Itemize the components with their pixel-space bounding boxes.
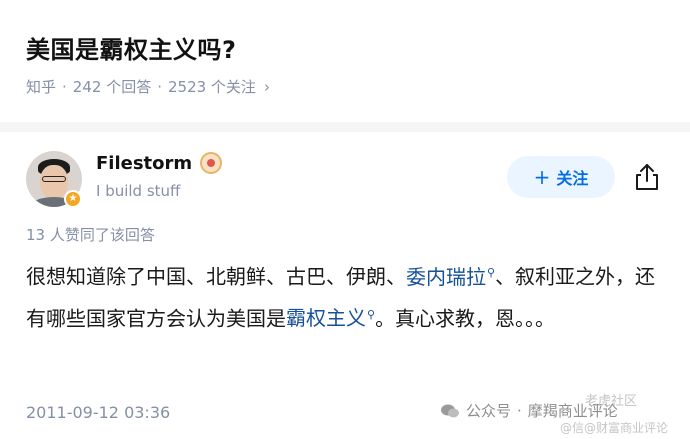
answer-text: 。真心求教，恩。。。: [375, 306, 556, 331]
question-header: 美国是霸权主义吗? 知乎 · 242 个回答 · 2523 个关注 ›: [0, 0, 690, 122]
source-label: 知乎: [26, 78, 57, 96]
question-meta[interactable]: 知乎 · 242 个回答 · 2523 个关注 ›: [26, 76, 270, 97]
answer-card: ★ Filestorm I build stuff + 关注 13 人赞同了该回…: [0, 132, 690, 439]
keyword-link[interactable]: 委内瑞拉⚲: [406, 265, 495, 289]
answers-count: 242 个回答: [72, 78, 152, 96]
follow-button[interactable]: + 关注: [507, 156, 615, 198]
question-title[interactable]: 美国是霸权主义吗?: [26, 30, 236, 65]
verified-badge-icon: ★: [64, 190, 82, 208]
author-name[interactable]: Filestorm: [96, 153, 192, 174]
search-icon: ⚲: [367, 307, 376, 321]
follow-label: 关注: [556, 169, 589, 188]
share-icon[interactable]: [632, 162, 662, 192]
answer-date: 2011-09-12 03:36: [26, 403, 171, 422]
search-icon: ⚲: [487, 266, 496, 279]
plus-icon: +: [533, 165, 551, 189]
chevron-right-icon: ›: [263, 77, 270, 96]
overlay-watermark: @信@财富商业评论: [560, 421, 669, 435]
watermark-separator: ·: [517, 401, 522, 420]
overlay-watermark: 老虎社区: [585, 394, 638, 409]
meta-separator: ·: [157, 77, 162, 96]
answer-content: 很想知道除了中国、北朝鲜、古巴、伊朗、委内瑞拉⚲、叙利亚之外，还有哪些国家官方会…: [26, 254, 666, 337]
author-bio: I build stuff: [96, 182, 181, 200]
watermark-label: 公众号: [466, 402, 512, 420]
medal-icon: [200, 152, 223, 174]
avatar-glasses: [42, 176, 66, 182]
wechat-icon: [441, 404, 459, 417]
likes-count: 13 人赞同了该回答: [26, 226, 155, 244]
avatar-face: [40, 165, 68, 199]
keyword-link-label: 霸权主义: [286, 306, 366, 331]
author-name-row: Filestorm: [96, 152, 223, 174]
keyword-link-label: 委内瑞拉: [406, 264, 486, 289]
section-divider: [0, 122, 690, 132]
keyword-link[interactable]: 霸权主义⚲: [286, 306, 375, 330]
meta-separator: ·: [62, 77, 67, 96]
followers-count: 2523 个关注: [167, 78, 256, 96]
answer-text: 很想知道除了中国、北朝鲜、古巴、伊朗、: [26, 264, 406, 289]
